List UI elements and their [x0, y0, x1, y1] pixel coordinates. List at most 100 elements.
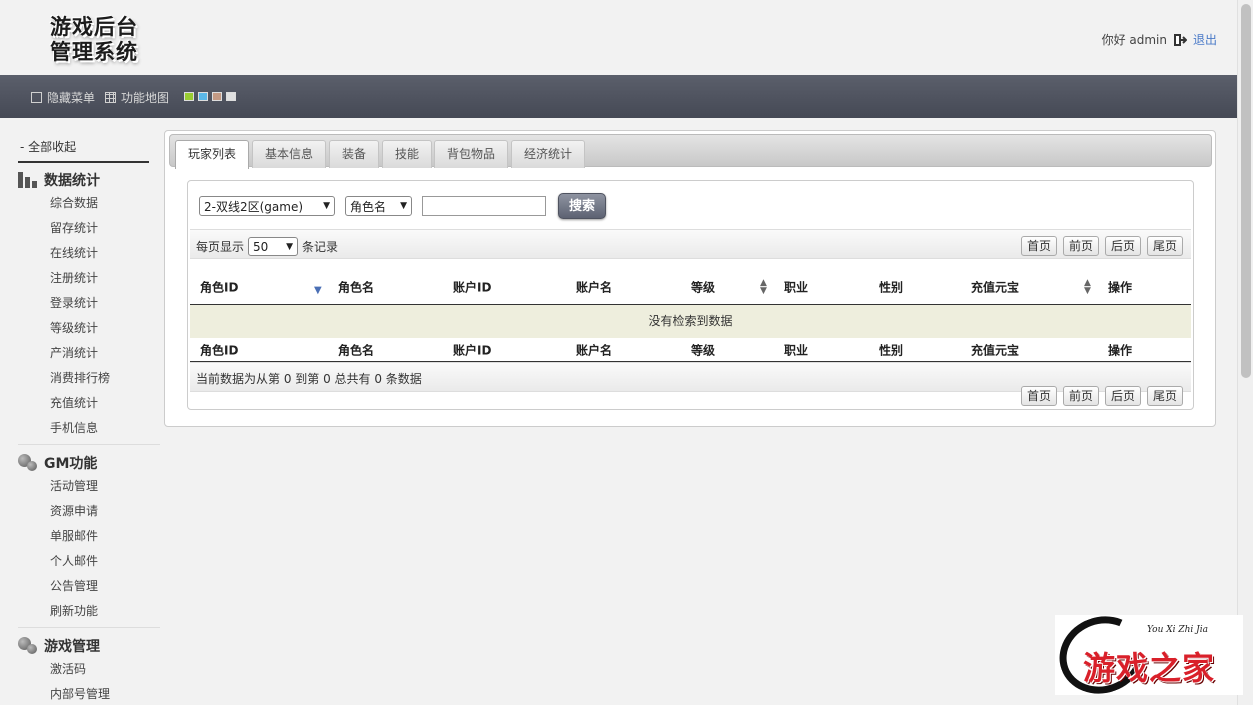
page-size-select[interactable]: 50 ▼ [248, 237, 299, 256]
column-header-class[interactable]: 职业 [784, 278, 808, 295]
server-select[interactable]: 2-双线2区(game) ▼ [199, 196, 335, 216]
sidebar-item-online[interactable]: 在线统计 [18, 241, 166, 266]
sidebar-item-login[interactable]: 登录统计 [18, 291, 166, 316]
chevron-down-icon: ▼ [323, 201, 330, 211]
sidebar-item-spend-ranking[interactable]: 消费排行榜 [18, 366, 166, 391]
theme-swatch-brown[interactable] [212, 92, 222, 101]
table-header: 角色ID ▼ 角色名 账户ID 账户名 等级 ▲ ▼ 职业 性别 充值元宝 ▲ ▼ … [190, 269, 1191, 305]
column-footer-class: 职业 [784, 343, 809, 357]
tab-basic-info[interactable]: 基本信息 [252, 140, 327, 168]
logout-icon[interactable] [1173, 33, 1188, 47]
column-header-recharge-gold[interactable]: 充值元宝 [971, 278, 1019, 295]
column-header-role-name[interactable]: 角色名 [338, 278, 374, 295]
table-info: 当前数据为从第 0 到第 0 总共有 0 条数据 [196, 372, 422, 386]
tab-player-list[interactable]: 玩家列表 [175, 140, 250, 169]
sidebar-item-activity[interactable]: 活动管理 [18, 474, 166, 499]
toolbar: 隐藏菜单 功能地图 [0, 75, 1237, 118]
next-page-button[interactable]: 后页 [1105, 386, 1141, 406]
sidebar-item-internal-accounts[interactable]: 内部号管理 [18, 682, 166, 705]
last-page-button[interactable]: 尾页 [1147, 386, 1183, 406]
sidebar-item-refresh[interactable]: 刷新功能 [18, 599, 166, 624]
sidebar-item-overview[interactable]: 综合数据 [18, 191, 166, 216]
tab-economy[interactable]: 经济统计 [511, 140, 586, 168]
sort-icon[interactable]: ▲ ▼ [760, 278, 767, 295]
sidebar-item-level[interactable]: 等级统计 [18, 316, 166, 341]
sort-icon[interactable]: ▲ ▼ [1084, 278, 1091, 295]
collapse-all-link[interactable]: - 全部收起 [18, 133, 149, 163]
sidebar-group-gm[interactable]: GM功能 [18, 452, 166, 474]
sidebar-item-resource-request[interactable]: 资源申请 [18, 499, 166, 524]
column-header-actions: 操作 [1108, 280, 1133, 294]
page-size-suffix: 条记录 [302, 240, 339, 254]
column-header-account-id[interactable]: 账户ID [453, 278, 491, 295]
user-box: 你好 admin 退出 [1102, 31, 1217, 48]
column-footer-account-name: 账户名 [576, 343, 613, 357]
next-page-button[interactable]: 后页 [1105, 236, 1141, 256]
tab-bar: 玩家列表 基本信息 装备 技能 背包物品 经济统计 [169, 134, 1212, 169]
prev-page-button[interactable]: 前页 [1063, 386, 1099, 406]
column-header-gender[interactable]: 性别 [879, 278, 903, 295]
server-select-value: 2-双线2区(game) [204, 199, 304, 214]
watermark-script: You Xi Zhi Jia [1147, 625, 1209, 635]
scrollbar-thumb[interactable] [1241, 4, 1251, 378]
column-footer-role-id: 角色ID [200, 343, 239, 357]
column-header-level[interactable]: 等级 [691, 278, 715, 295]
empty-table-message: 没有检索到数据 [190, 305, 1191, 338]
site-watermark: You Xi Zhi Jia 游戏之家 [1048, 604, 1243, 705]
page-size-control: 每页显示 50 ▼ 条记录 [196, 237, 338, 256]
logo-line-2: 管理系统 [50, 39, 138, 64]
sort-desc-icon[interactable]: ▼ [314, 284, 322, 295]
page-scrollbar[interactable] [1237, 0, 1253, 705]
first-page-button[interactable]: 首页 [1021, 236, 1057, 256]
theme-swatch-blue[interactable] [198, 92, 208, 101]
theme-swatch-gray[interactable] [226, 92, 236, 101]
search-input[interactable] [422, 196, 546, 216]
pager-bottom: 首页 前页 后页 尾页 [1021, 386, 1183, 406]
first-page-button[interactable]: 首页 [1021, 386, 1057, 406]
field-select[interactable]: 角色名 ▼ [345, 196, 412, 216]
sidebar-item-server-mail[interactable]: 单服邮件 [18, 524, 166, 549]
logout-link[interactable]: 退出 [1193, 31, 1217, 48]
theme-swatch-green[interactable] [184, 92, 194, 101]
sidebar-item-mobile-info[interactable]: 手机信息 [18, 416, 166, 441]
bar-chart-icon [18, 172, 38, 188]
sidebar-divider [18, 444, 160, 450]
sidebar-group-game-manage[interactable]: 游戏管理 [18, 635, 166, 657]
search-row: 2-双线2区(game) ▼ 角色名 ▼ 搜索 [199, 193, 606, 219]
column-footer-gender: 性别 [879, 343, 904, 357]
column-footer-recharge-gold: 充值元宝 [971, 343, 1020, 357]
menu-icon [31, 92, 42, 103]
column-header-account-name[interactable]: 账户名 [576, 278, 612, 295]
app-logo: 游戏后台 管理系统 [50, 14, 160, 68]
sidebar-item-personal-mail[interactable]: 个人邮件 [18, 549, 166, 574]
search-button[interactable]: 搜索 [558, 193, 606, 219]
column-header-role-id[interactable]: 角色ID [200, 278, 238, 295]
pager-top: 首页 前页 后页 尾页 [1021, 236, 1183, 256]
chevron-down-icon: ▼ [286, 241, 294, 252]
sidebar-item-production[interactable]: 产消统计 [18, 341, 166, 366]
greeting-text: 你好 admin [1101, 33, 1167, 47]
sidebar-item-announcement[interactable]: 公告管理 [18, 574, 166, 599]
table-top-bar: 每页显示 50 ▼ 条记录 首页 前页 后页 尾页 [190, 229, 1191, 259]
tab-inventory[interactable]: 背包物品 [434, 140, 509, 168]
sidebar-item-register[interactable]: 注册统计 [18, 266, 166, 291]
sitemap-button[interactable]: 功能地图 [105, 89, 169, 106]
hide-menu-button[interactable]: 隐藏菜单 [31, 89, 95, 106]
chevron-down-icon: ▼ [400, 201, 407, 211]
sidebar-item-retention[interactable]: 留存统计 [18, 216, 166, 241]
sidebar: - 全部收起 数据统计 综合数据 留存统计 在线统计 注册统计 登录统计 等级统… [18, 133, 166, 705]
sidebar-group-data-stats[interactable]: 数据统计 [18, 169, 166, 191]
tab-skills[interactable]: 技能 [382, 140, 433, 168]
column-footer-account-id: 账户ID [453, 343, 492, 357]
tab-equipment[interactable]: 装备 [329, 140, 380, 168]
gears-icon [18, 454, 38, 472]
sidebar-item-recharge[interactable]: 充值统计 [18, 391, 166, 416]
last-page-button[interactable]: 尾页 [1147, 236, 1183, 256]
sidebar-item-activation-code[interactable]: 激活码 [18, 657, 166, 682]
column-footer-level: 等级 [691, 343, 716, 357]
page-size-value: 50 [253, 239, 269, 254]
prev-page-button[interactable]: 前页 [1063, 236, 1099, 256]
column-footer-actions: 操作 [1108, 343, 1133, 357]
watermark-text: 游戏之家 [1083, 649, 1216, 687]
group-title-label: 游戏管理 [44, 639, 100, 655]
